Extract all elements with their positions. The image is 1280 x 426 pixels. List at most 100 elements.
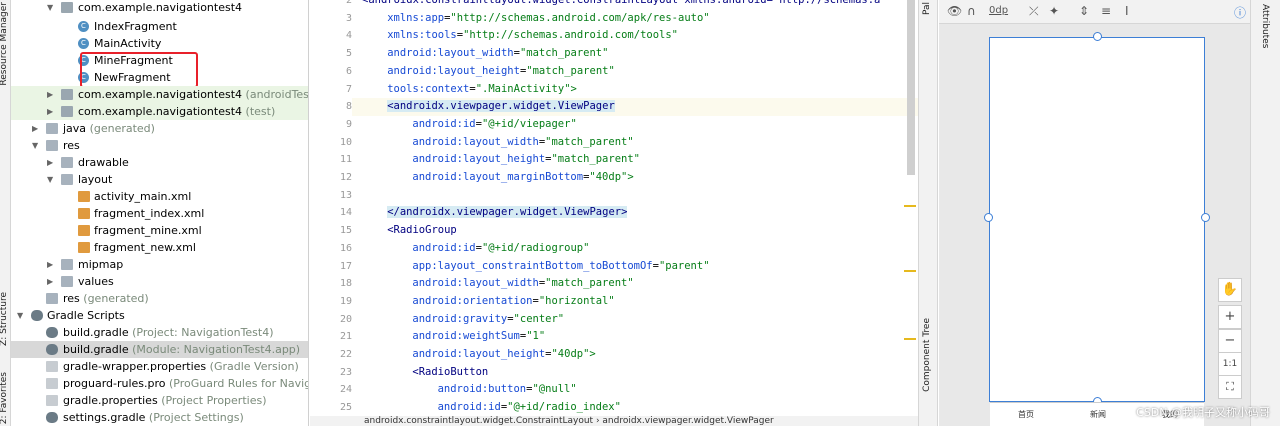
tree-row[interactable]: ▶ mipmap — [11, 256, 308, 273]
code-line[interactable]: android:gravity="center" — [352, 311, 918, 329]
code-line[interactable]: android:id="@+id/viepager" — [352, 116, 918, 134]
chevron-down-icon[interactable]: ▼ — [47, 171, 55, 188]
chevron-right-icon[interactable]: ▶ — [47, 154, 55, 171]
code-attribute: app:layout_constraintBottom_toBottomOf — [412, 259, 653, 272]
tree-row[interactable]: C IndexFragment — [11, 18, 308, 35]
code-line[interactable]: android:id="@+id/radiogroup" — [352, 240, 918, 258]
info-icon[interactable]: ⓘ — [1234, 4, 1246, 21]
zoom-out-icon[interactable]: − — [1218, 329, 1242, 353]
palette-tab[interactable]: Pal — [922, 2, 932, 15]
left-handle[interactable] — [984, 213, 993, 222]
tree-row[interactable]: gradle-wrapper.properties (Gradle Versio… — [11, 358, 308, 375]
code-attribute: xmlns:tools — [387, 29, 457, 42]
tree-row[interactable]: C MainActivity — [11, 35, 308, 52]
component-tree-tab[interactable]: Component Tree — [922, 318, 932, 392]
code-attribute: android:layout_width — [412, 135, 539, 148]
tree-row[interactable]: settings.gradle (Project Settings) — [11, 409, 308, 426]
code-line[interactable]: android:layout_width="match_parent" — [352, 134, 918, 152]
chevron-down-icon[interactable]: ▼ — [17, 307, 25, 324]
chevron-right-icon[interactable]: ▶ — [47, 103, 55, 120]
zoom-actual-button[interactable]: 1:1 — [1218, 352, 1242, 376]
chevron-right-icon[interactable]: ▶ — [32, 120, 40, 137]
code-tag: <androidx.constraintlayout.widget.Constr… — [362, 0, 881, 6]
folder-icon — [61, 259, 73, 270]
code-line[interactable]: <RadioButton — [352, 364, 918, 382]
code-line[interactable]: <RadioGroup — [352, 222, 918, 240]
editor-scrollbar[interactable] — [907, 0, 915, 175]
code-attribute: android:layout_height — [412, 153, 546, 166]
code-line[interactable]: android:weightSum="1" — [352, 328, 918, 346]
chevron-right-icon[interactable]: ▶ — [47, 86, 55, 103]
code-line[interactable]: xmlns:tools="http://schemas.android.com/… — [352, 27, 918, 45]
code-line[interactable]: android:layout_marginBottom="40dp"> — [352, 169, 918, 187]
chevron-down-icon[interactable]: ▼ — [32, 137, 40, 154]
tree-row[interactable]: build.gradle (Project: NavigationTest4) — [11, 324, 308, 341]
code-line[interactable]: android:layout_height="match_parent" — [352, 151, 918, 169]
favorites-tab[interactable]: 2: Favorites — [0, 372, 9, 424]
tree-row[interactable]: proguard-rules.pro (ProGuard Rules for N… — [11, 375, 308, 392]
chevron-down-icon[interactable]: ▼ — [47, 0, 55, 16]
code-line[interactable]: <androidx.viewpager.widget.ViewPager — [352, 98, 918, 116]
code-line[interactable]: android:layout_width="match_parent" — [352, 45, 918, 63]
tree-row[interactable]: ▼ res — [11, 137, 308, 154]
tree-row-label: build.gradle (Module: NavigationTest4.ap… — [63, 343, 301, 356]
top-handle[interactable] — [1093, 32, 1102, 41]
right-handle[interactable] — [1201, 213, 1210, 222]
code-line[interactable]: android:layout_width="match_parent" — [352, 275, 918, 293]
tree-row-label: MainActivity — [94, 37, 162, 50]
code-attribute: android:orientation — [412, 294, 533, 307]
infer-constraints-icon[interactable]: ✦ — [1049, 4, 1059, 18]
chevron-right-icon[interactable]: ▶ — [47, 256, 55, 273]
breadcrumb[interactable]: androidx.constraintlayout.widget.Constra… — [310, 416, 918, 426]
eye-icon[interactable]: 👁 — [947, 4, 962, 18]
code-line[interactable]: android:id="@+id/radio_index" — [352, 399, 918, 417]
code-line[interactable]: android:button="@null" — [352, 381, 918, 399]
code-line[interactable]: <androidx.constraintlayout.widget.Constr… — [352, 0, 918, 10]
code-line[interactable]: </androidx.viewpager.widget.ViewPager> — [352, 204, 918, 222]
align-icon[interactable]: ≡ — [1101, 4, 1111, 18]
chevron-right-icon[interactable]: ▶ — [47, 273, 55, 290]
warning-marker[interactable] — [904, 338, 916, 340]
attributes-tab[interactable]: Attributes — [1260, 4, 1270, 48]
code-line[interactable]: android:layout_height="match_parent" — [352, 63, 918, 81]
tree-row[interactable]: build.gradle (Module: NavigationTest4.ap… — [11, 341, 308, 358]
package-icon — [61, 89, 73, 100]
pan-icon[interactable]: ✋ — [1218, 278, 1242, 302]
tree-row[interactable]: ▶ java (generated) — [11, 120, 308, 137]
code-line[interactable]: android:layout_height="40dp"> — [352, 346, 918, 364]
code-line[interactable]: app:layout_constraintBottom_toBottomOf="… — [352, 258, 918, 276]
magnet-icon[interactable]: ∩ — [967, 4, 976, 18]
tree-row[interactable]: ▶ drawable — [11, 154, 308, 171]
code-line[interactable]: tools:context=".MainActivity"> — [352, 81, 918, 99]
default-margin-button[interactable]: 0dp — [989, 5, 1008, 16]
tree-row[interactable]: ▼ Gradle Scripts — [11, 307, 308, 324]
code-line[interactable] — [352, 187, 918, 205]
tree-row[interactable]: res (generated) — [11, 290, 308, 307]
tree-row[interactable]: fragment_mine.xml — [11, 222, 308, 239]
code-line[interactable]: xmlns:app="http://schemas.android.com/ap… — [352, 10, 918, 28]
tree-row[interactable]: ▶ com.example.navigationtest4 (test) — [11, 103, 308, 120]
pack-icon[interactable]: ⇕ — [1079, 4, 1089, 18]
tree-row[interactable]: ▼ layout — [11, 171, 308, 188]
structure-tab[interactable]: Z: Structure — [0, 292, 9, 346]
tree-row[interactable]: ▶ com.example.navigationtest4 (androidTes… — [11, 86, 308, 103]
zoom-fit-icon[interactable]: ⛶ — [1218, 375, 1242, 399]
tree-row[interactable]: ▶ values — [11, 273, 308, 290]
code-attribute: android:id — [412, 241, 476, 254]
clear-constraints-icon[interactable]: ⤫ — [1029, 4, 1039, 19]
guidelines-icon[interactable]: I — [1125, 4, 1129, 18]
code-line[interactable]: android:orientation="horizontal" — [352, 293, 918, 311]
resource-manager-tab[interactable]: Resource Manager — [0, 2, 9, 86]
tree-row[interactable]: fragment_new.xml — [11, 239, 308, 256]
zoom-in-icon[interactable]: + — [1218, 305, 1242, 329]
code-editor[interactable]: 2 3 4 5 6 7 8 9 10 11 12 13 14 15 16 17 18 19 20 21 22 23 24 25… — [310, 0, 918, 426]
warning-marker[interactable] — [904, 270, 916, 272]
layout-preview[interactable] — [989, 37, 1205, 402]
tree-row[interactable]: activity_main.xml — [11, 188, 308, 205]
xml-file-icon — [78, 191, 90, 202]
tree-row[interactable]: fragment_index.xml — [11, 205, 308, 222]
warning-marker[interactable] — [904, 205, 916, 207]
tree-row[interactable]: ▼ com.example.navigationtest4 — [11, 0, 308, 16]
code-attribute: android:id — [412, 117, 476, 130]
tree-row[interactable]: gradle.properties (Project Properties) — [11, 392, 308, 409]
